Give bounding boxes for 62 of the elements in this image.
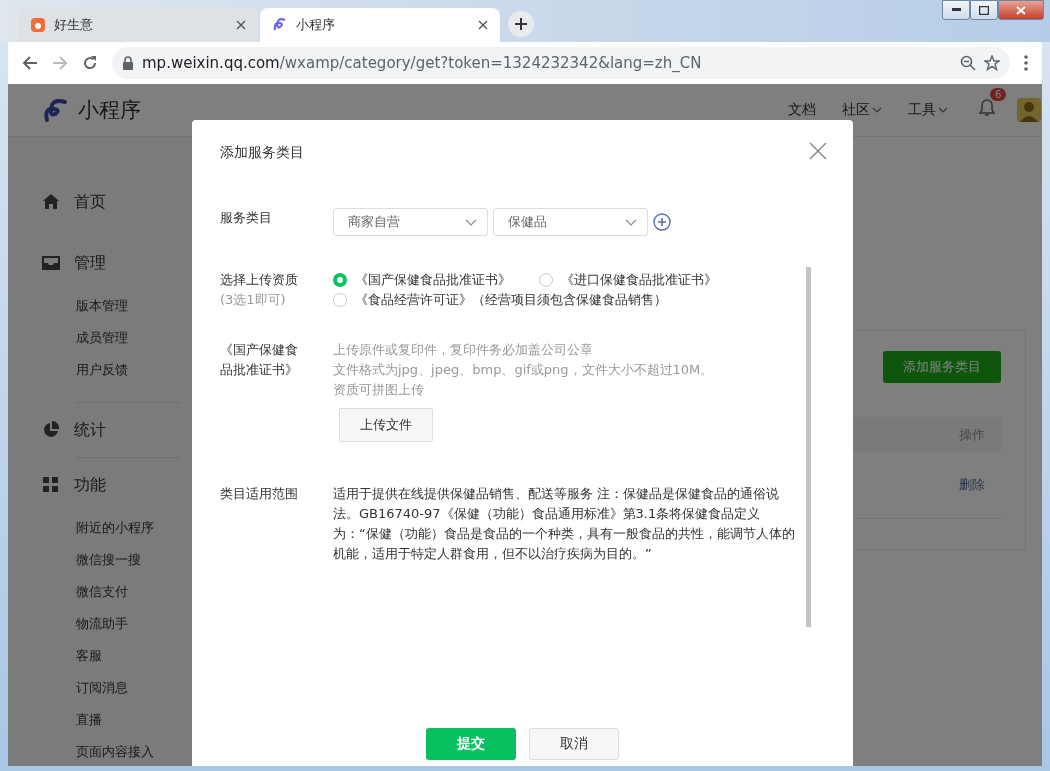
new-tab-button[interactable] <box>508 11 534 37</box>
upload-note: 上传原件或复印件，复印件务必加盖公司公章 <box>333 341 594 359</box>
upload-note: 文件格式为jpg、jpeg、bmp、gif或png，文件大小不超过10M。 <box>333 361 715 379</box>
minimize-button[interactable] <box>942 0 970 20</box>
zoom-out-icon[interactable] <box>960 55 976 71</box>
home-icon <box>42 193 60 211</box>
add-category-button[interactable]: 添加服务类目 <box>883 351 1001 383</box>
browser-tab[interactable]: 好生意 <box>18 8 258 42</box>
back-icon[interactable] <box>22 55 38 71</box>
radio-label[interactable]: 《国产保健食品批准证书》 <box>355 270 511 290</box>
field-label: 服务类目 <box>220 209 273 227</box>
logo-text: 小程序 <box>78 97 141 124</box>
sidebar-item[interactable]: 管理 <box>8 248 198 278</box>
chevron-down-icon <box>465 218 477 226</box>
field-label: 类目适用范围 <box>220 485 299 503</box>
star-icon[interactable] <box>984 55 1000 71</box>
lock-icon <box>122 56 134 70</box>
submit-button[interactable]: 提交 <box>426 728 516 760</box>
avatar-icon[interactable] <box>1016 97 1042 123</box>
window-close-button[interactable] <box>998 0 1044 20</box>
grid-icon <box>42 476 60 494</box>
close-icon[interactable] <box>478 20 488 30</box>
sidebar-item[interactable]: 功能 <box>8 470 198 500</box>
sidebar-item[interactable]: 统计 <box>8 415 198 445</box>
bell-icon[interactable] <box>978 98 996 118</box>
nav-link[interactable]: 社区 <box>842 101 882 119</box>
link-logo-icon <box>272 17 288 33</box>
close-icon <box>1016 5 1026 15</box>
browser-tab[interactable]: 小程序 <box>260 8 500 42</box>
category-select[interactable]: 商家自营 <box>333 208 488 236</box>
upload-button[interactable]: 上传文件 <box>339 408 433 442</box>
nav-link[interactable]: 工具 <box>908 101 948 119</box>
inbox-icon <box>42 254 60 272</box>
reload-icon[interactable] <box>82 55 98 71</box>
scrollbar[interactable] <box>806 267 811 627</box>
maximize-button[interactable] <box>970 0 998 20</box>
plus-icon <box>515 18 527 30</box>
field-label: 《国产保健食品批准证书》 <box>220 341 299 379</box>
maximize-icon <box>979 5 989 15</box>
app-icon <box>30 17 46 33</box>
close-icon[interactable] <box>236 20 246 30</box>
logo-icon <box>42 96 70 124</box>
close-icon[interactable] <box>809 142 827 160</box>
radio-button[interactable] <box>333 273 347 287</box>
category-select[interactable]: 保健品 <box>493 208 648 236</box>
menu-icon[interactable] <box>1024 55 1028 71</box>
scope-description: 适用于提供在线提供保健品销售、配送等服务 注：保健品是保健食品的通俗说法。GB16740-97《保健（功能）食品通用标准》第3.1条将保健食品定义为：“保健（功能）食品是食品的一个种类，具有一般食品的共性，能调节人体的机能，适用于特定人群食用，但不以治疗疾病为目的。” <box>333 485 796 563</box>
delete-link[interactable]: 删除 <box>959 476 985 494</box>
pie-chart-icon <box>42 421 60 439</box>
radio-label[interactable]: 《进口保健食品批准证书》 <box>561 270 717 290</box>
notification-badge: 6 <box>990 88 1007 101</box>
chevron-down-icon <box>625 218 637 226</box>
add-icon[interactable] <box>653 213 671 231</box>
dialog-title: 添加服务类目 <box>220 144 304 162</box>
upload-note: 资质可拼图上传 <box>333 381 425 399</box>
minimize-icon <box>951 8 961 12</box>
sidebar-item[interactable]: 首页 <box>8 187 198 217</box>
field-label: 选择上传资质 <box>220 271 299 289</box>
nav-link[interactable]: 文档 <box>788 101 816 119</box>
field-hint: (3选1即可) <box>220 291 287 309</box>
cancel-button[interactable]: 取消 <box>529 728 619 760</box>
radio-label[interactable]: 《食品经营许可证》（经营项目须包含保健食品销售） <box>355 290 667 310</box>
